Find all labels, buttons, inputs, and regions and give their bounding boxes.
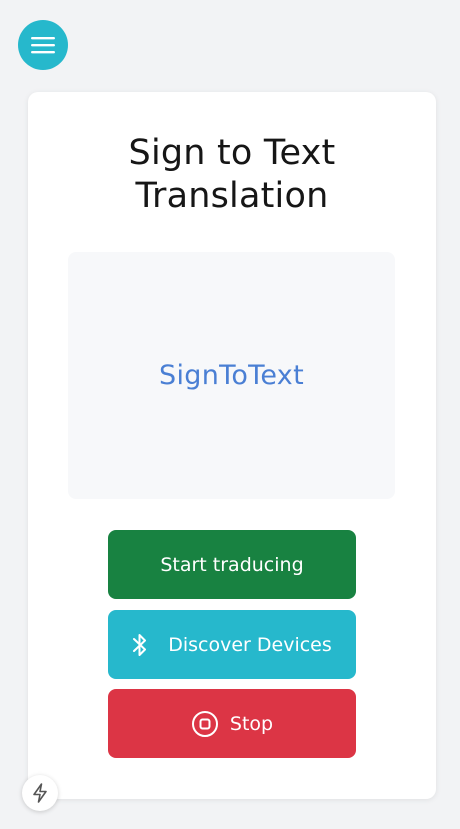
floating-action-button[interactable]	[22, 775, 58, 811]
stop-button[interactable]: Stop	[108, 689, 356, 758]
stop-button-label: Stop	[229, 712, 274, 735]
translation-card: Sign to Text Translation SignToText Star…	[28, 92, 436, 799]
lightning-bolt-icon	[33, 783, 47, 803]
bluetooth-icon	[132, 632, 148, 658]
discover-button-label: Discover Devices	[168, 633, 332, 656]
page-title: Sign to Text Translation	[128, 133, 336, 216]
menu-button[interactable]	[18, 20, 68, 70]
hamburger-menu-icon	[31, 37, 55, 54]
start-button-label: Start traducing	[160, 553, 304, 576]
discover-devices-button[interactable]: Discover Devices	[108, 610, 356, 679]
video-placeholder-label: SignToText	[159, 360, 304, 391]
video-preview-area: SignToText	[68, 252, 395, 499]
app-page: Sign to Text Translation SignToText Star…	[0, 0, 460, 829]
start-traducing-button[interactable]: Start traducing	[108, 530, 356, 599]
stop-circle-icon	[191, 710, 219, 738]
